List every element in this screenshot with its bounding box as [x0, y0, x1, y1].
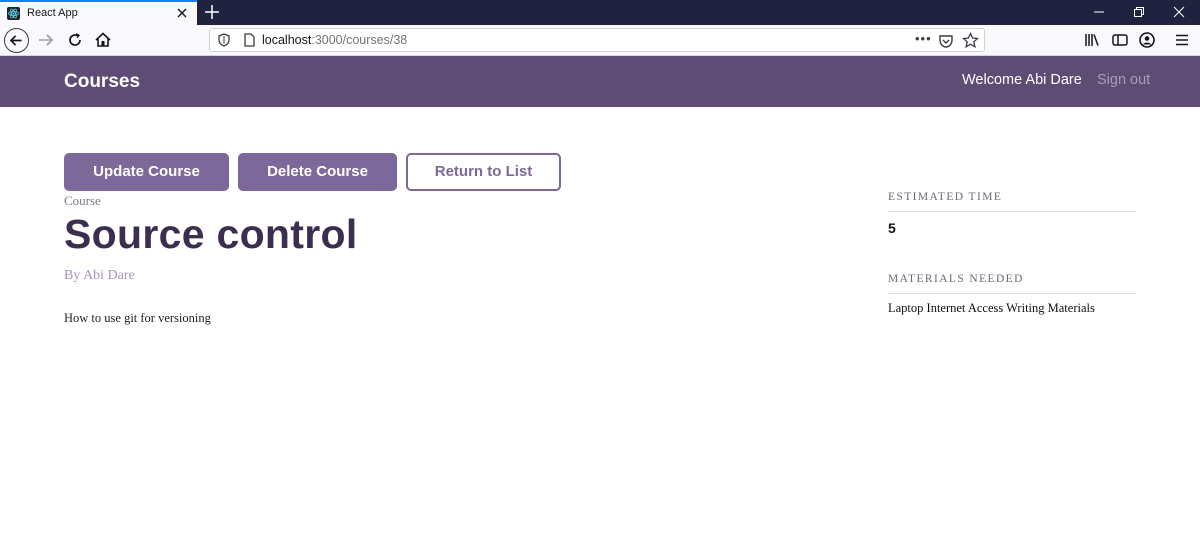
address-bar[interactable]: localhost:3000/courses/38 •••	[209, 28, 985, 52]
return-to-list-button[interactable]: Return to List	[406, 153, 561, 191]
minimize-icon[interactable]	[1091, 4, 1107, 20]
bookmark-star-icon[interactable]	[962, 32, 979, 49]
course-title: Source control	[64, 211, 358, 257]
tab-title: React App	[27, 7, 78, 19]
pocket-icon[interactable]	[938, 33, 954, 49]
account-icon[interactable]	[1137, 30, 1157, 50]
url-host: localhost	[262, 33, 312, 47]
page-info-icon[interactable]	[242, 33, 256, 47]
divider	[888, 211, 1136, 212]
tracking-shield-icon[interactable]	[217, 33, 231, 47]
sidebar-toggle-icon[interactable]	[1110, 30, 1130, 50]
hamburger-menu-icon[interactable]	[1172, 30, 1192, 50]
course-description: How to use git for versioning	[64, 311, 211, 325]
course-author: By Abi Dare	[64, 268, 135, 283]
estimated-time-heading: ESTIMATED TIME	[888, 191, 1003, 203]
page-actions-menu-icon[interactable]: •••	[915, 31, 932, 46]
react-favicon-icon	[7, 7, 20, 20]
app-logo[interactable]: Courses	[64, 71, 140, 93]
reload-icon[interactable]	[65, 30, 85, 50]
browser-tab-strip: React App	[0, 0, 1200, 25]
estimated-time-value: 5	[888, 220, 896, 236]
app-header: Courses Welcome Abi Dare Sign out	[0, 56, 1200, 107]
forward-arrow-icon[interactable]	[36, 30, 56, 50]
close-window-icon[interactable]	[1171, 4, 1187, 20]
materials-needed-heading: MATERIALS NEEDED	[888, 273, 1024, 285]
close-tab-icon[interactable]	[174, 5, 190, 21]
update-course-button[interactable]: Update Course	[64, 153, 229, 191]
welcome-message: Welcome Abi Dare	[962, 72, 1082, 88]
browser-nav-bar: localhost:3000/courses/38 •••	[0, 25, 1200, 56]
url-path: :3000/courses/38	[311, 33, 408, 47]
new-tab-icon[interactable]	[203, 3, 221, 21]
back-arrow-icon[interactable]	[4, 28, 29, 53]
restore-icon[interactable]	[1131, 4, 1147, 20]
course-label: Course	[64, 193, 101, 208]
home-icon[interactable]	[93, 30, 113, 50]
browser-tab[interactable]: React App	[0, 0, 197, 25]
library-icon[interactable]	[1082, 30, 1102, 50]
delete-course-button[interactable]: Delete Course	[238, 153, 397, 191]
sign-out-link[interactable]: Sign out	[1097, 72, 1150, 88]
divider	[888, 293, 1136, 294]
url-text[interactable]: localhost:3000/courses/38	[262, 33, 407, 47]
materials-needed-value: Laptop Internet Access Writing Materials	[888, 301, 1095, 315]
